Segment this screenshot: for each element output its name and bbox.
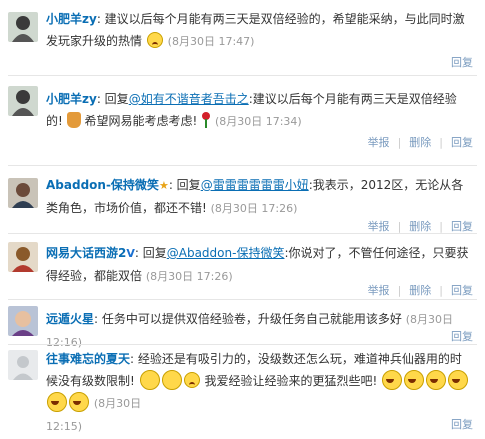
divider bbox=[8, 165, 477, 166]
shocked-emoji-icon bbox=[161, 370, 182, 390]
comment-actions: 回复 bbox=[443, 416, 473, 432]
action-divider: | bbox=[439, 220, 443, 233]
comment-item: Abaddon-保持微笑★: 回复@雷雷雷雷雷雷小妞:我表示，2012区，无论从… bbox=[0, 168, 485, 233]
divider bbox=[8, 299, 477, 300]
comment-text-continued: 希望网易能考虑考虑! bbox=[84, 114, 198, 128]
avatar[interactable] bbox=[8, 350, 38, 380]
verified-badge-icon: V bbox=[126, 247, 135, 260]
action-divider: | bbox=[397, 220, 402, 233]
comment-body: 小肥羊zy: 回复@如有不谐音者吾击之:建议以后每个月能有两三天是双倍经验的! … bbox=[46, 92, 457, 128]
avatar[interactable] bbox=[8, 242, 38, 272]
avatar[interactable] bbox=[8, 12, 38, 42]
timestamp: (8月30日 17:26) bbox=[210, 202, 298, 215]
reply-link[interactable]: 回复 bbox=[451, 418, 473, 431]
action-divider: | bbox=[397, 284, 402, 297]
mention-link[interactable]: @如有不谐音者吾击之 bbox=[129, 92, 249, 106]
comment-actions: 举报 | 删除 | 回复 bbox=[360, 134, 473, 150]
laughing-emoji-icon bbox=[448, 370, 469, 390]
comment-actions: 举报 | 删除 | 回复 bbox=[360, 282, 473, 298]
timestamp: (8月30日 17:47) bbox=[167, 35, 255, 48]
comment-body: Abaddon-保持微笑★: 回复@雷雷雷雷雷雷小妞:我表示，2012区，无论从… bbox=[46, 174, 471, 220]
comment-actions: 举报 | 删除 | 回复 bbox=[360, 218, 473, 234]
sad-emoji-icon bbox=[183, 372, 200, 388]
timestamp-continued: 12:15) bbox=[46, 420, 82, 433]
comment-body: 往事难忘的夏天: 经验还是有吸引力的，没级数还怎么玩，难道神兵仙器用的时候没有级… bbox=[46, 348, 471, 438]
reply-prefix: 回复 bbox=[176, 178, 201, 192]
action-divider: | bbox=[439, 284, 443, 297]
user-name[interactable]: 往事难忘的夏天 bbox=[46, 352, 130, 366]
crying-emoji-icon bbox=[139, 370, 160, 390]
comment-text: 任务中可以提供双倍经验卷，升级任务自己就能用该多好 bbox=[101, 312, 402, 326]
timestamp: (8月30日 17:26) bbox=[145, 270, 233, 283]
report-link[interactable]: 举报 bbox=[368, 136, 390, 149]
reply-link[interactable]: 回复 bbox=[451, 56, 473, 69]
user-name[interactable]: 远遁火星 bbox=[46, 312, 94, 326]
reply-link[interactable]: 回复 bbox=[451, 330, 473, 343]
avatar[interactable] bbox=[8, 86, 38, 116]
rose-icon bbox=[201, 112, 211, 128]
reply-link[interactable]: 回复 bbox=[451, 284, 473, 297]
reply-prefix: 回复 bbox=[142, 246, 167, 260]
divider bbox=[8, 233, 477, 234]
comment-actions: 回复 bbox=[443, 328, 473, 344]
action-divider: | bbox=[397, 136, 402, 149]
sad-emoji-icon bbox=[146, 32, 163, 48]
mention-link[interactable]: @雷雷雷雷雷雷小妞 bbox=[201, 178, 309, 192]
delete-link[interactable]: 删除 bbox=[409, 220, 431, 233]
laughing-emoji-icon bbox=[382, 370, 403, 390]
timestamp: (8月30日 17:34) bbox=[214, 115, 302, 128]
comment-item: 小肥羊zy: 回复@如有不谐音者吾击之:建议以后每个月能有两三天是双倍经验的! … bbox=[0, 80, 485, 160]
thumbs-up-icon bbox=[66, 112, 81, 128]
reply-link[interactable]: 回复 bbox=[451, 136, 473, 149]
delete-link[interactable]: 删除 bbox=[409, 284, 431, 297]
comment-feed: 小肥羊zy: 建议以后每个月能有两三天是双倍经验的，希望能采纳，与此同时激发玩家… bbox=[0, 0, 485, 439]
reply-link[interactable]: 回复 bbox=[451, 220, 473, 233]
divider bbox=[8, 75, 477, 76]
timestamp: (8月30日 bbox=[93, 397, 142, 410]
comment-actions: 回复 bbox=[443, 54, 473, 70]
avatar[interactable] bbox=[8, 178, 38, 208]
mention-link[interactable]: @Abaddon-保持微笑 bbox=[167, 246, 285, 260]
laughing-emoji-icon bbox=[69, 392, 89, 412]
report-link[interactable]: 举报 bbox=[368, 284, 390, 297]
report-link[interactable]: 举报 bbox=[368, 220, 390, 233]
comment-text: 建议以后每个月能有两三天是双倍经验的，希望能采纳，与此同时激发玩家升级的热情 bbox=[46, 12, 465, 48]
comment-item: 远遁火星: 任务中可以提供双倍经验卷，升级任务自己就能用该多好 (8月30日 1… bbox=[0, 302, 485, 349]
laughing-emoji-icon bbox=[47, 392, 67, 412]
reply-prefix: 回复 bbox=[104, 92, 129, 106]
user-name[interactable]: 小肥羊zy bbox=[46, 12, 97, 26]
laughing-emoji-icon bbox=[404, 370, 425, 390]
comment-item: 小肥羊zy: 建议以后每个月能有两三天是双倍经验的，希望能采纳，与此同时激发玩家… bbox=[0, 0, 485, 70]
comment-body: 小肥羊zy: 建议以后每个月能有两三天是双倍经验的，希望能采纳，与此同时激发玩家… bbox=[46, 12, 465, 48]
user-name[interactable]: 小肥羊zy bbox=[46, 92, 97, 106]
action-divider: | bbox=[439, 136, 443, 149]
comment-text-continued: 我爱经验让经验来的更猛烈些吧! bbox=[204, 374, 378, 388]
comment-item: 往事难忘的夏天: 经验还是有吸引力的，没级数还怎么玩，难道神兵仙器用的时候没有级… bbox=[0, 346, 485, 438]
star-badge-icon: ★ bbox=[158, 179, 169, 192]
user-name[interactable]: Abaddon-保持微笑 bbox=[46, 178, 159, 192]
delete-link[interactable]: 删除 bbox=[409, 136, 431, 149]
divider bbox=[8, 344, 477, 345]
avatar[interactable] bbox=[8, 306, 38, 336]
laughing-emoji-icon bbox=[426, 370, 447, 390]
user-name[interactable]: 网易大话西游2 bbox=[46, 246, 126, 260]
comment-item: 网易大话西游2V: 回复@Abaddon-保持微笑:你说对了，不管任何途径，只要… bbox=[0, 236, 485, 298]
